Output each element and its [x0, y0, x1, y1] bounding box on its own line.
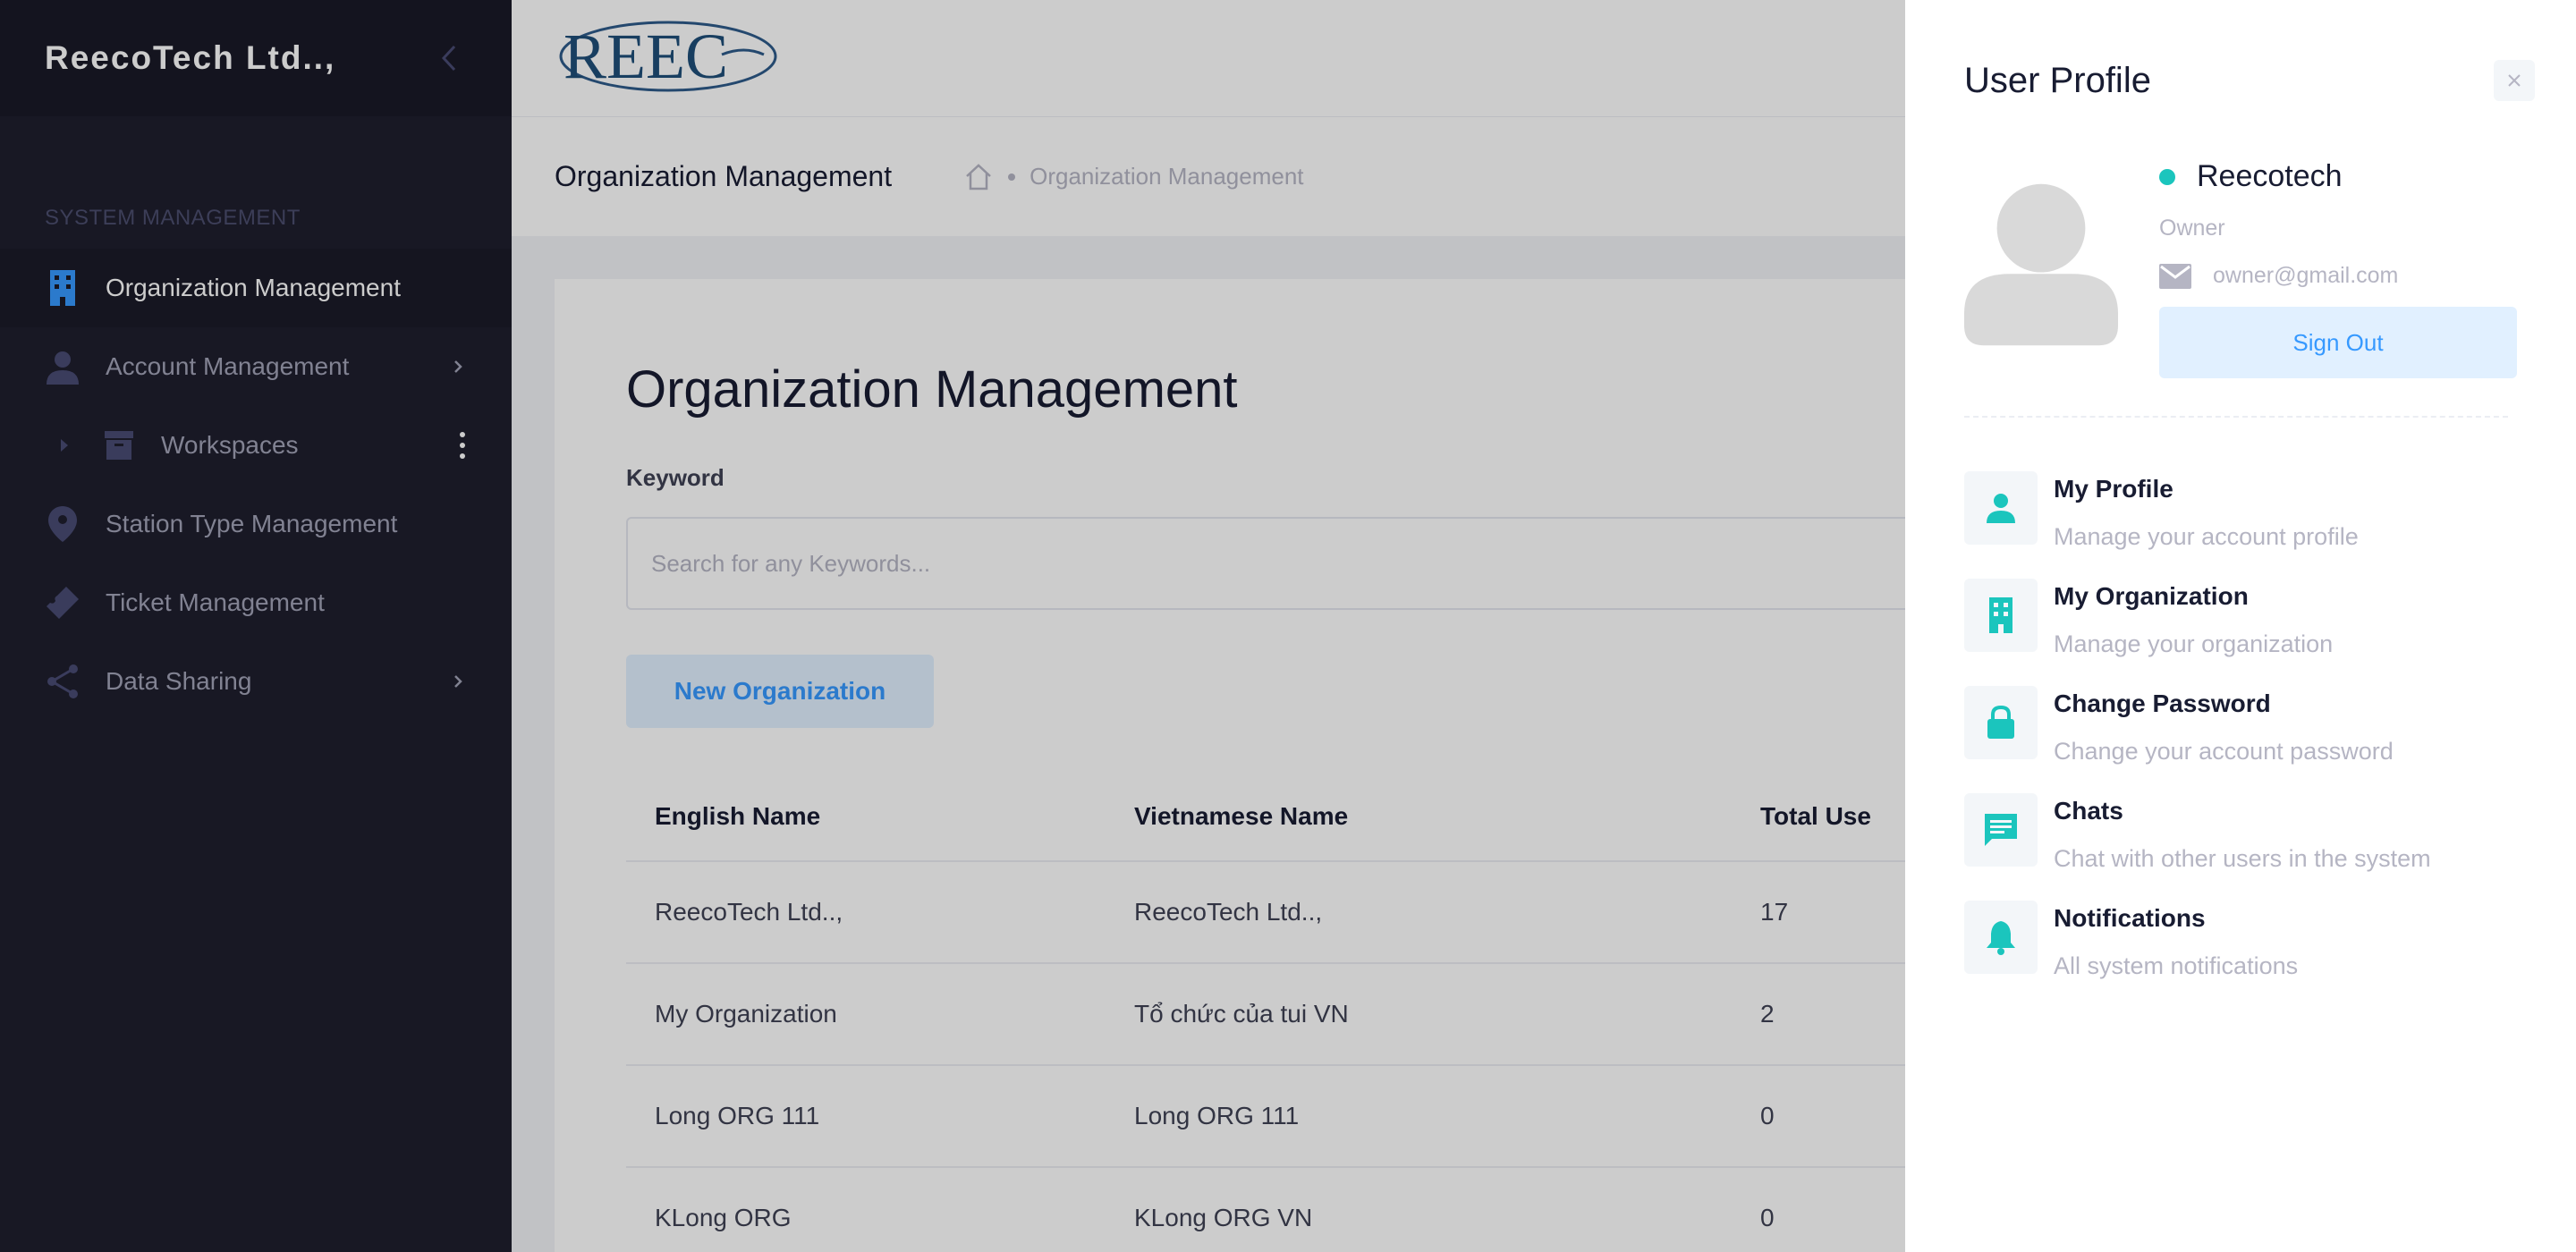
nav-item-title: My Organization	[2054, 582, 2249, 610]
lock-icon	[1964, 686, 2038, 759]
nav-item-title: Notifications	[2054, 904, 2206, 932]
close-button[interactable]	[2494, 60, 2535, 101]
close-icon	[2508, 74, 2521, 87]
user-icon	[1964, 471, 2038, 545]
nav-item-title: Change Password	[2054, 689, 2271, 717]
nav-item-title: Chats	[2054, 797, 2123, 825]
profile-nav-list: My Profile Manage your account profile M…	[1964, 471, 2517, 1008]
email-row: owner@gmail.com	[2159, 263, 2517, 289]
nav-item-chats[interactable]: Chats Chat with other users in the syste…	[1964, 793, 2517, 901]
nav-item-description: All system notifications	[2054, 952, 2299, 979]
nav-item-my-organization[interactable]: My Organization Manage your organization	[1964, 579, 2517, 686]
user-name-row: Reecotech	[2159, 159, 2517, 194]
user-profile-panel: User Profile Reecotech Owner owner@gmail…	[1905, 0, 2576, 1252]
sign-out-button[interactable]: Sign Out	[2159, 307, 2517, 378]
panel-header: User Profile	[1964, 0, 2535, 161]
nav-item-description: Manage your organization	[2054, 630, 2334, 657]
nav-item-notifications[interactable]: Notifications All system notifications	[1964, 901, 2517, 1008]
nav-item-change-password[interactable]: Change Password Change your account pass…	[1964, 686, 2517, 793]
nav-item-my-profile[interactable]: My Profile Manage your account profile	[1964, 471, 2517, 579]
building-icon	[1964, 579, 2038, 652]
avatar	[1964, 183, 2118, 346]
mail-icon	[2159, 263, 2191, 289]
divider	[1964, 416, 2508, 418]
user-summary: Reecotech Owner owner@gmail.com Sign Out	[1964, 159, 2517, 378]
bell-icon	[1964, 901, 2038, 974]
panel-title: User Profile	[1964, 60, 2151, 100]
nav-item-description: Manage your account profile	[2054, 523, 2359, 550]
online-status-indicator	[2159, 168, 2175, 185]
user-email: owner@gmail.com	[2213, 263, 2399, 288]
user-role: Owner	[2159, 216, 2225, 241]
user-info: Reecotech Owner owner@gmail.com Sign Out	[2159, 159, 2517, 378]
nav-item-description: Change your account password	[2054, 738, 2394, 765]
chat-icon	[1964, 793, 2038, 867]
user-name: Reecotech	[2197, 159, 2343, 193]
nav-item-title: My Profile	[2054, 475, 2174, 503]
nav-item-description: Chat with other users in the system	[2054, 845, 2431, 872]
